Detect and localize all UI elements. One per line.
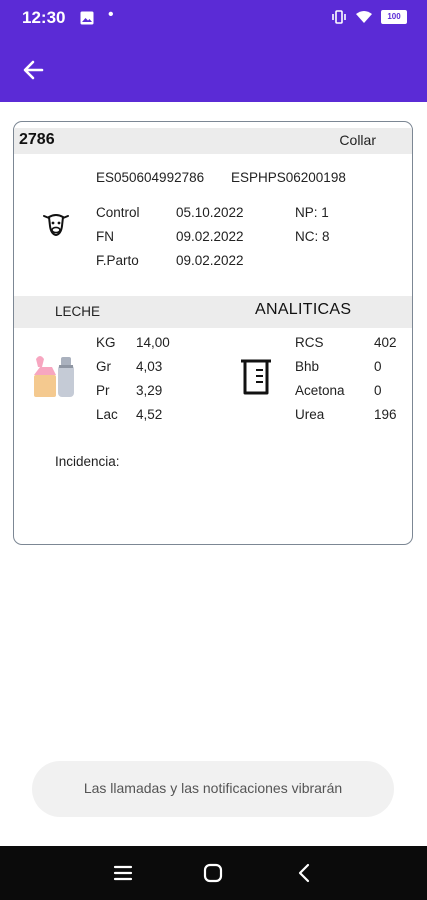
analitica-label: RCS	[295, 335, 324, 350]
toast-text: Las llamadas y las notificaciones vibrar…	[83, 780, 343, 796]
nc-value: NC: 8	[295, 229, 330, 244]
toast-message: Las llamadas y las notificaciones vibrar…	[32, 761, 394, 817]
analitica-label: Bhb	[295, 359, 320, 374]
milk-churn-icon	[34, 356, 74, 397]
leche-value: 14,00	[136, 335, 170, 350]
np-value: NP: 1	[295, 205, 329, 220]
incidencia-label: Incidencia:	[55, 454, 120, 469]
fparto-label: F.Parto	[96, 253, 139, 268]
recent-apps-icon[interactable]	[112, 862, 134, 884]
leche-label: KG	[96, 335, 116, 350]
status-bar: 12:30 • 100	[0, 0, 427, 36]
cow-icon	[43, 214, 69, 237]
control-value: 05.10.2022	[176, 205, 244, 220]
image-notification-icon	[80, 11, 94, 25]
animal-id: 2786	[19, 131, 55, 148]
analiticas-title: ANALITICAS	[255, 301, 352, 318]
leche-title: LECHE	[55, 304, 101, 319]
code-primary: ES050604992786	[96, 170, 205, 185]
analitica-label: Urea	[295, 407, 325, 422]
fn-value: 09.02.2022	[176, 229, 244, 244]
code-secondary: ESPHPS06200198	[231, 170, 346, 185]
analitica-value: 0	[374, 359, 382, 374]
home-icon[interactable]	[202, 862, 224, 884]
vibrate-icon	[332, 10, 346, 24]
analitica-value: 196	[374, 407, 397, 422]
app-bar	[0, 36, 427, 102]
leche-value: 3,29	[136, 383, 163, 398]
back-nav-icon[interactable]	[294, 862, 316, 884]
system-nav-bar	[0, 846, 427, 900]
leche-label: Gr	[96, 359, 111, 374]
section-header: LECHE ANALITICAS	[14, 296, 412, 328]
fn-label: FN	[96, 229, 114, 244]
beaker-icon	[241, 359, 271, 395]
leche-value: 4,03	[136, 359, 163, 374]
status-icons: 100	[331, 10, 407, 24]
leche-value: 4,52	[136, 407, 163, 422]
analitica-value: 402	[374, 335, 397, 350]
leche-label: Pr	[96, 383, 110, 398]
wifi-icon	[356, 11, 372, 23]
control-label: Control	[96, 205, 140, 220]
analitica-value: 0	[374, 383, 382, 398]
status-time: 12:30	[22, 8, 66, 27]
fparto-value: 09.02.2022	[176, 253, 244, 268]
battery-icon: 100	[381, 10, 407, 24]
battery-level: 100	[387, 12, 401, 21]
collar-label: Collar	[339, 132, 376, 148]
leche-label: Lac	[96, 407, 118, 422]
back-arrow-icon[interactable]	[20, 56, 48, 84]
animal-card[interactable]: 2786 Collar ES050604992786 ESPHPS0620019…	[13, 121, 413, 545]
card-header: 2786 Collar	[14, 128, 412, 154]
analitica-label: Acetona	[295, 383, 345, 398]
notification-dot-icon: •	[108, 6, 114, 23]
